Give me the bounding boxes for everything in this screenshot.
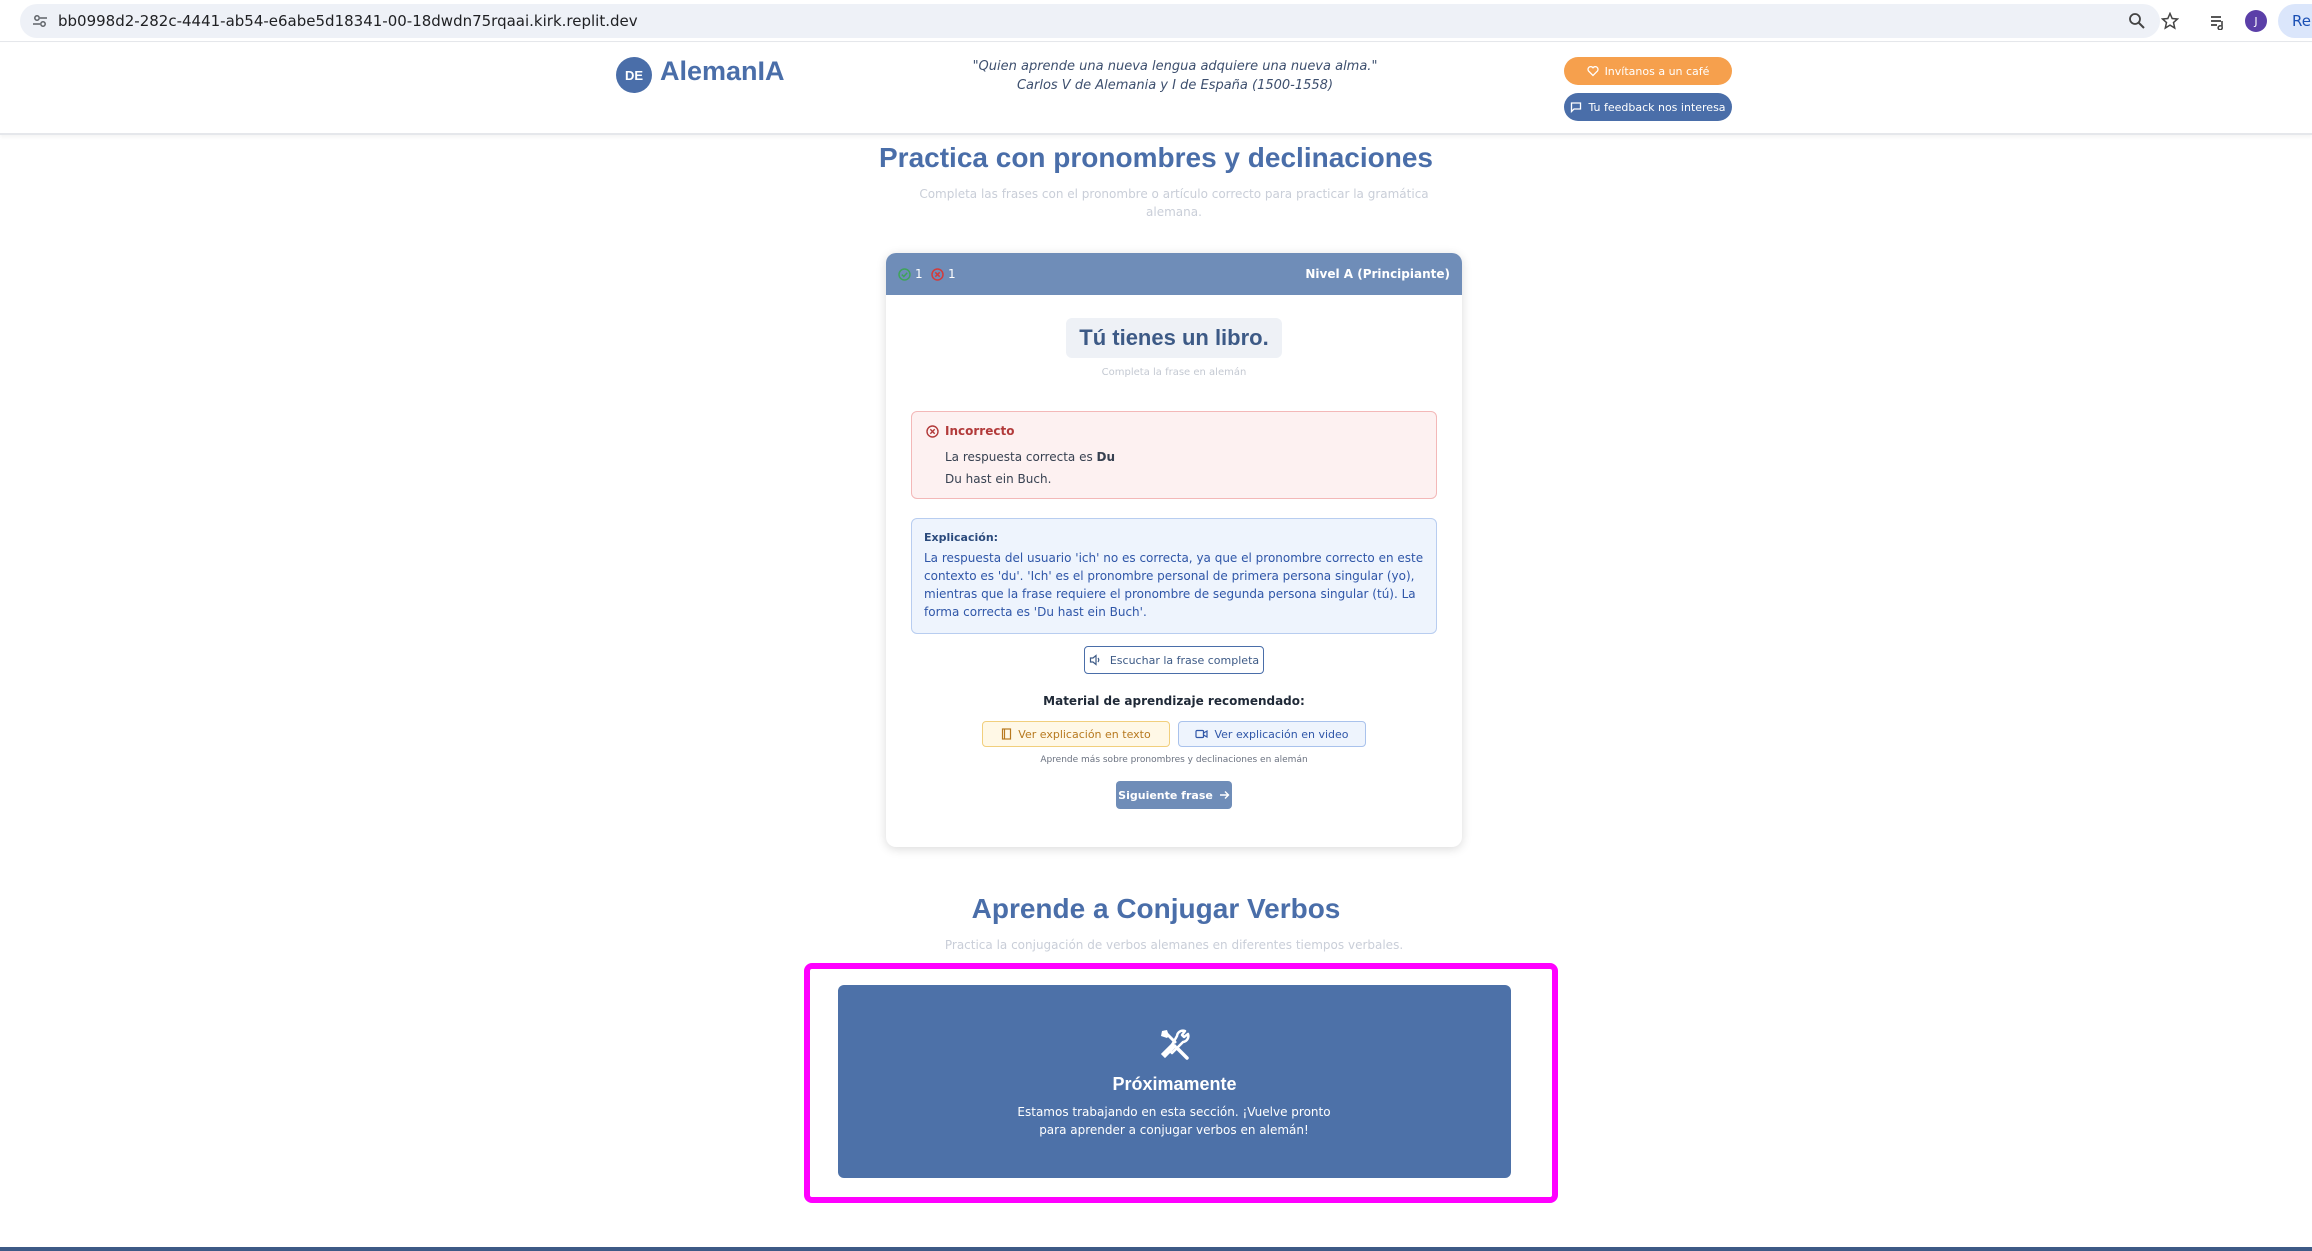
browser-action-button[interactable]: Re <box>2278 4 2312 38</box>
subtitle-line: alemana. <box>1146 205 1202 219</box>
bookmark-star-icon[interactable] <box>2159 10 2181 32</box>
coffee-button-label: Invítanos a un café <box>1604 64 1710 78</box>
coming-soon-panel: Próximamente Estamos trabajando en esta … <box>838 985 1511 1178</box>
site-settings-icon[interactable] <box>32 13 48 29</box>
check-circle-icon <box>898 267 911 281</box>
tools-icon <box>1160 1029 1190 1060</box>
feedback-button[interactable]: Tu feedback nos interesa <box>1564 93 1732 121</box>
card-header: 1 1 Nivel A (Principiante) <box>886 253 1462 295</box>
footer-border <box>0 1247 2312 1251</box>
exercise-card: 1 1 Nivel A (Principiante) Tú tienes un … <box>886 253 1462 847</box>
profile-avatar[interactable]: J <box>2245 10 2267 32</box>
quote-author: Carlos V de Alemania y I de España (1500… <box>1016 78 1334 93</box>
coming-soon-text: Estamos trabajando en esta sección. ¡Vue… <box>1017 1105 1331 1137</box>
correct-count: 1 <box>915 267 923 281</box>
result-feedback: Incorrecto La respuesta correcta es Du D… <box>911 411 1437 499</box>
material-title: Material de aprendizaje recomendado: <box>1043 694 1305 708</box>
video-explanation-button[interactable]: Ver explicación en video <box>1178 721 1366 747</box>
pronouns-section-title: Practica con pronombres y declinaciones <box>879 142 1433 173</box>
incorrect-score: 1 <box>931 267 956 281</box>
explanation-text: La respuesta del usuario 'ich' no es cor… <box>924 551 1424 619</box>
zoom-icon[interactable] <box>2126 10 2148 32</box>
coming-soon-title: Próximamente <box>1112 1074 1237 1094</box>
logo-text[interactable]: AlemanIA <box>660 56 785 87</box>
sentence-hint: Completa la frase en alemán <box>1101 367 1247 378</box>
next-button-label: Siguiente frase <box>1118 788 1213 802</box>
full-sentence: Du hast ein Buch. <box>945 472 1052 486</box>
arrow-right-icon <box>1219 791 1230 799</box>
reading-list-icon[interactable] <box>2207 10 2229 32</box>
verbs-section-title: Aprende a Conjugar Verbos <box>971 893 1341 924</box>
quote-text: "Quien aprende una nueva lengua adquiere… <box>972 59 1378 74</box>
message-icon <box>1571 102 1582 113</box>
heart-icon <box>1586 66 1599 77</box>
result-title-text: Incorrecto <box>945 424 1015 438</box>
x-circle-icon <box>926 424 939 438</box>
correct-answer-line: La respuesta correcta es Du <box>945 450 1115 464</box>
material-hint: Aprende más sobre pronombres y declinaci… <box>1040 755 1308 765</box>
sentence-to-translate: Tú tienes un libro. <box>1066 318 1282 358</box>
explanation-box: Explicación: La respuesta del usuario 'i… <box>911 518 1437 634</box>
correct-score: 1 <box>898 267 923 281</box>
site-header: DE AlemanIA "Quien aprende una nueva len… <box>0 43 2312 135</box>
answer-value: Du <box>1096 450 1116 464</box>
url-text[interactable]: bb0998d2-282c-4441-ab54-e6abe5d18341-00-… <box>58 12 638 30</box>
address-bar[interactable]: bb0998d2-282c-4441-ab54-e6abe5d18341-00-… <box>20 4 2160 38</box>
answer-prefix: La respuesta correcta es <box>945 450 1093 464</box>
listen-sentence-button[interactable]: Escuchar la frase completa <box>1084 646 1264 674</box>
text-explanation-button[interactable]: Ver explicación en texto <box>982 721 1170 747</box>
listen-button-label: Escuchar la frase completa <box>1109 653 1260 667</box>
incorrect-count: 1 <box>948 267 956 281</box>
x-circle-icon <box>931 267 944 281</box>
verbs-section-subtitle: Practica la conjugación de verbos aleman… <box>944 938 1404 952</box>
logo-badge[interactable]: DE <box>616 57 652 93</box>
video-icon <box>1195 729 1209 739</box>
book-icon <box>1002 728 1012 740</box>
browser-toolbar: bb0998d2-282c-4441-ab54-e6abe5d18341-00-… <box>0 0 2312 42</box>
result-title: Incorrecto <box>926 424 1014 438</box>
header-quote: "Quien aprende una nueva lengua adquiere… <box>960 57 1390 95</box>
coffee-button[interactable]: Invítanos a un café <box>1564 57 1732 85</box>
speaker-icon <box>1089 654 1100 666</box>
pronouns-section-subtitle: Completa las frases con el pronombre o a… <box>906 185 1442 221</box>
level-label: Nivel A (Principiante) <box>1305 267 1450 281</box>
feedback-button-label: Tu feedback nos interesa <box>1588 100 1726 114</box>
subtitle-line: Completa las frases con el pronombre o a… <box>919 187 1429 201</box>
next-sentence-button[interactable]: Siguiente frase <box>1116 781 1232 809</box>
text-button-label: Ver explicación en texto <box>1018 727 1151 741</box>
video-button-label: Ver explicación en video <box>1214 727 1349 741</box>
explanation-title: Explicación: <box>924 531 999 544</box>
